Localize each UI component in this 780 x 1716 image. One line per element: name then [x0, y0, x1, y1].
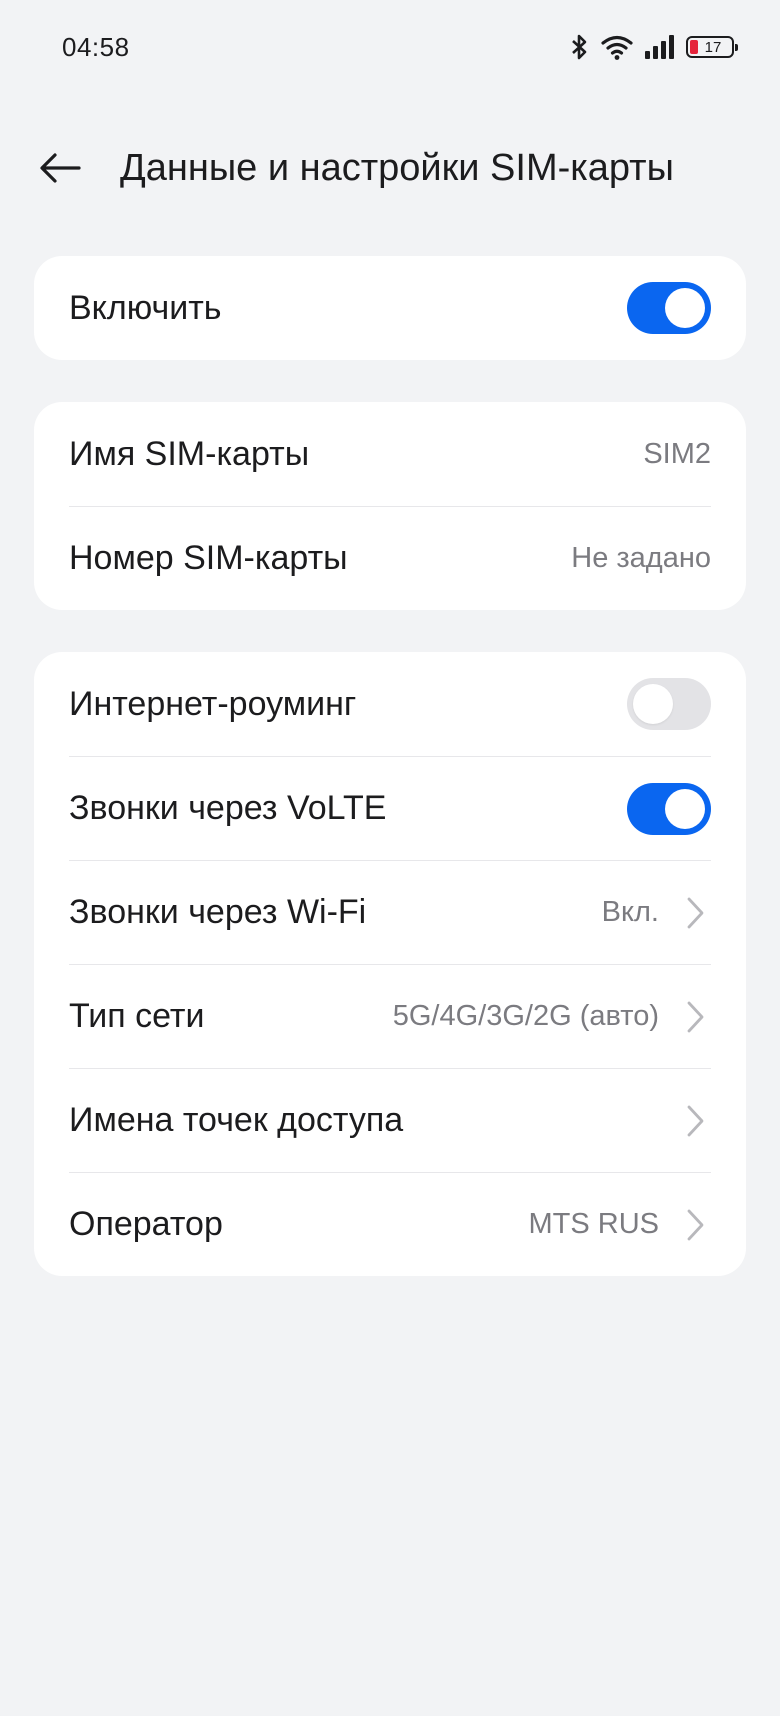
volte-label: Звонки через VoLTE	[69, 789, 387, 827]
back-button[interactable]	[34, 142, 86, 194]
operator-row[interactable]: Оператор MTS RUS	[69, 1172, 711, 1276]
arrow-left-icon	[40, 153, 81, 183]
chevron-right-icon	[687, 1001, 704, 1032]
network-card: Интернет-роуминг Звонки через VoLTE Звон…	[34, 652, 746, 1276]
bluetooth-icon	[570, 33, 590, 61]
roaming-label: Интернет-роуминг	[69, 684, 357, 723]
enable-row[interactable]: Включить	[69, 256, 711, 360]
sim-number-row[interactable]: Номер SIM-карты Не задано	[69, 506, 711, 610]
sim-name-value: SIM2	[643, 437, 711, 470]
sim-name-label: Имя SIM-карты	[69, 434, 310, 473]
battery-level: 17	[704, 38, 722, 56]
signal-icon	[644, 34, 676, 60]
operator-label: Оператор	[69, 1205, 223, 1243]
apn-row[interactable]: Имена точек доступа	[69, 1068, 711, 1172]
sim-number-value: Не задано	[571, 542, 711, 574]
chevron-right-icon	[687, 1105, 704, 1136]
enable-label: Включить	[69, 288, 222, 327]
volte-toggle[interactable]	[627, 782, 711, 835]
page-title: Данные и настройки SIM-карты	[120, 147, 674, 189]
operator-value: MTS RUS	[528, 1208, 660, 1240]
chevron-right-icon	[687, 897, 704, 928]
status-time: 04:58	[62, 32, 130, 62]
sim-name-row[interactable]: Имя SIM-карты SIM2	[69, 402, 711, 506]
volte-row[interactable]: Звонки через VoLTE	[69, 756, 711, 860]
network-type-row[interactable]: Тип сети 5G/4G/3G/2G (авто)	[69, 964, 711, 1068]
wifi-calls-label: Звонки через Wi-Fi	[69, 893, 367, 931]
apn-label: Имена точек доступа	[69, 1101, 404, 1139]
header: Данные и настройки SIM-карты	[0, 120, 780, 216]
sim-info-card: Имя SIM-карты SIM2 Номер SIM-карты Не за…	[34, 402, 746, 610]
battery-icon: 17	[686, 36, 738, 58]
sim-number-label: Номер SIM-карты	[69, 539, 348, 577]
chevron-right-icon	[687, 1209, 704, 1240]
wifi-icon	[600, 33, 634, 61]
enable-card: Включить	[34, 256, 746, 360]
roaming-row[interactable]: Интернет-роуминг	[69, 652, 711, 756]
status-icons: 17	[570, 30, 738, 64]
network-type-value: 5G/4G/3G/2G (авто)	[392, 1000, 659, 1032]
roaming-toggle[interactable]	[627, 678, 711, 730]
wifi-calls-value: Вкл.	[601, 896, 659, 928]
enable-toggle[interactable]	[627, 282, 711, 334]
network-type-label: Тип сети	[69, 997, 205, 1035]
wifi-calls-row[interactable]: Звонки через Wi-Fi Вкл.	[69, 860, 711, 964]
status-bar: 04:58 17	[0, 0, 780, 96]
